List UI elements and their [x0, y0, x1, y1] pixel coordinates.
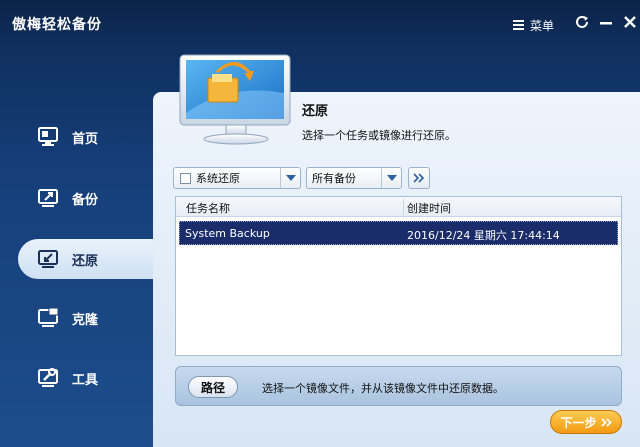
- double-chevron-right-icon: [600, 417, 612, 427]
- app-window: 傲梅轻松备份 菜单 首页 备份 还原 克隆 工具 还原 选择一个任务或镜像进行还…: [0, 0, 640, 447]
- sidebar-item-label: 首页: [72, 131, 99, 147]
- sidebar-item-home[interactable]: 首页: [18, 117, 168, 157]
- page-description: 选择一个任务或镜像进行还原。: [302, 129, 456, 142]
- home-monitor-icon: [38, 127, 58, 146]
- restore-monitor-illustration: [179, 54, 291, 145]
- backup-monitor-icon: [38, 189, 58, 207]
- path-description: 选择一个镜像文件，并从该镜像文件中还原数据。: [262, 382, 504, 395]
- task-table: 任务名称 创建时间 System Backup 2016/12/24 星期六 1…: [175, 196, 622, 356]
- table-header: 任务名称 创建时间: [176, 197, 621, 217]
- sidebar-item-label: 工具: [72, 372, 99, 388]
- title-bar: 傲梅轻松备份 菜单: [0, 0, 640, 48]
- sidebar-item-clone[interactable]: 克隆: [18, 298, 168, 338]
- column-divider: [403, 199, 404, 215]
- chevron-down-icon: [280, 168, 300, 188]
- double-chevron-right-icon: [413, 173, 425, 183]
- path-button[interactable]: 路径: [188, 376, 238, 398]
- menu-label: 菜单: [530, 18, 555, 33]
- expand-filter-button[interactable]: [408, 167, 430, 189]
- minimize-icon: [600, 22, 612, 25]
- sidebar-item-label: 克隆: [72, 312, 99, 328]
- chevron-down-icon: [381, 168, 401, 188]
- path-bar: 路径 选择一个镜像文件，并从该镜像文件中还原数据。: [175, 366, 622, 406]
- page-title: 还原: [302, 104, 329, 119]
- refresh-button[interactable]: [574, 14, 590, 30]
- next-step-label: 下一步: [560, 415, 597, 430]
- sidebar-item-backup[interactable]: 备份: [18, 178, 168, 218]
- system-restore-dropdown[interactable]: 系统还原: [173, 167, 301, 189]
- refresh-icon: [576, 15, 588, 28]
- sidebar-item-label: 还原: [72, 253, 99, 269]
- system-restore-checkbox[interactable]: [180, 172, 191, 184]
- clone-monitor-icon: [38, 307, 59, 327]
- table-row[interactable]: System Backup 2016/12/24 星期六 17:44:14: [179, 221, 618, 245]
- task-name-cell: System Backup: [185, 227, 270, 240]
- sidebar-item-restore[interactable]: 还原: [18, 239, 163, 279]
- restore-monitor-icon: [38, 250, 58, 268]
- minimize-button[interactable]: [598, 14, 614, 30]
- sidebar: 首页 备份 还原 克隆 工具: [0, 48, 163, 447]
- close-icon: [624, 16, 636, 28]
- created-time-cell: 2016/12/24 星期六 17:44:14: [407, 229, 560, 242]
- hamburger-icon: [513, 20, 524, 30]
- close-button[interactable]: [622, 14, 638, 30]
- column-header-created-time[interactable]: 创建时间: [407, 200, 451, 216]
- next-step-button[interactable]: 下一步: [550, 410, 622, 434]
- tools-monitor-icon: [38, 368, 58, 387]
- backup-filter-value: 所有备份: [312, 172, 356, 185]
- backup-filter-dropdown[interactable]: 所有备份: [306, 167, 402, 189]
- column-header-task-name[interactable]: 任务名称: [186, 200, 230, 216]
- menu-button[interactable]: 菜单: [513, 16, 554, 34]
- app-title: 傲梅轻松备份: [12, 17, 102, 33]
- sidebar-item-tools[interactable]: 工具: [18, 358, 168, 398]
- system-restore-label: 系统还原: [196, 172, 240, 185]
- sidebar-item-label: 备份: [72, 192, 99, 208]
